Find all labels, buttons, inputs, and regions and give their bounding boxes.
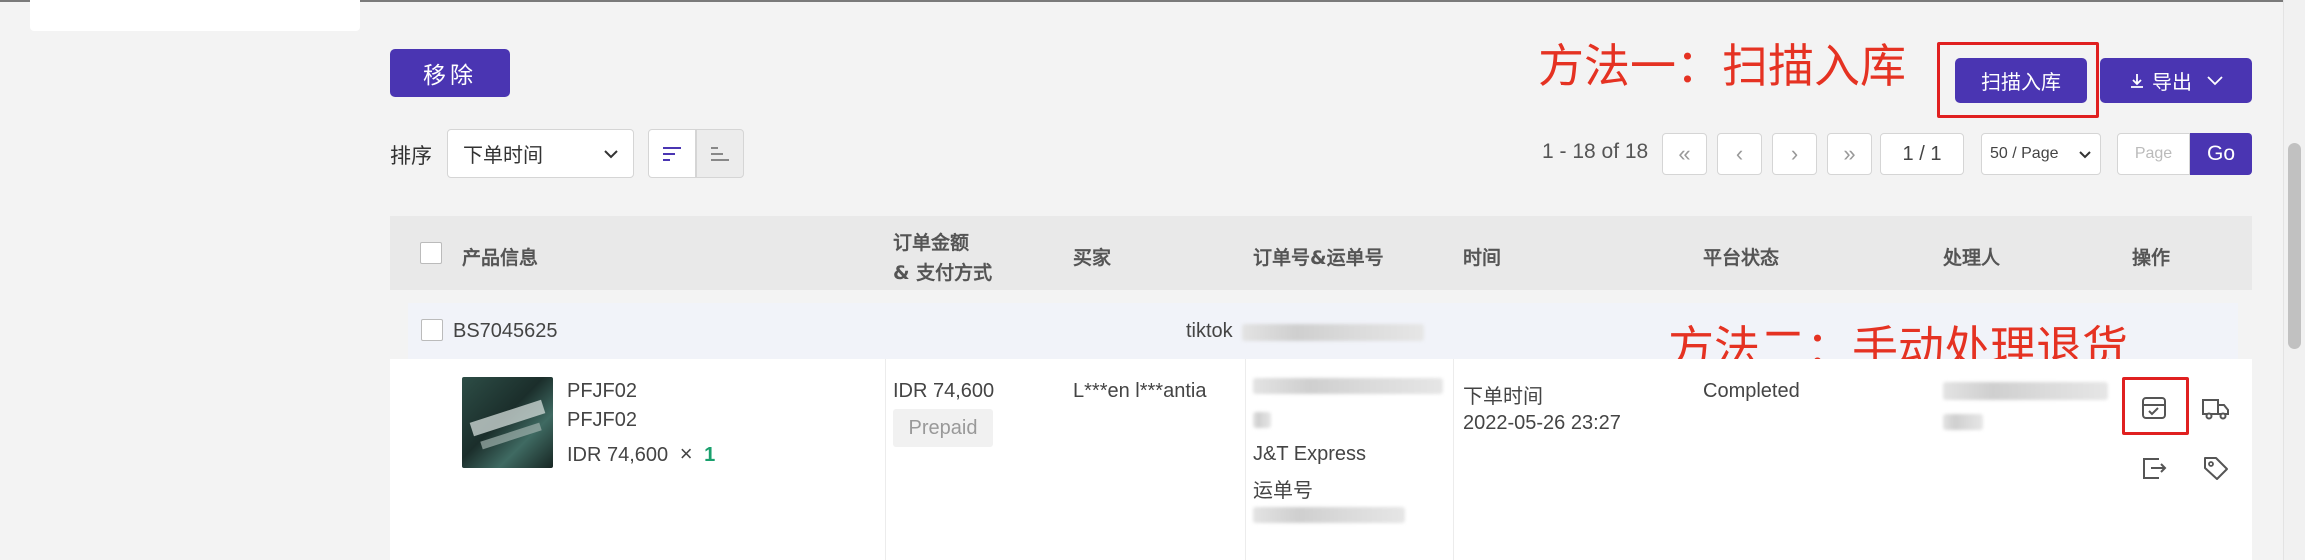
breadcrumb [640, 0, 870, 6]
header-amount-line1: 订单金额 [893, 232, 970, 254]
buyer-name: L***en l***antia [1073, 380, 1207, 402]
chevron-down-icon [603, 149, 619, 159]
payment-badge: Prepaid [893, 409, 993, 447]
header-product-info: 产品信息 [462, 247, 539, 269]
pagination-summary: 1 - 18 of 18 [1542, 140, 1649, 163]
prev-page-button[interactable]: ‹ [1717, 133, 1762, 175]
first-page-button[interactable]: « [1662, 133, 1707, 175]
page-jump-input[interactable]: Page [2117, 133, 2190, 175]
redacted-order-number [1253, 378, 1443, 394]
product-quantity: 1 [704, 444, 716, 466]
process-return-icon[interactable] [2134, 390, 2174, 426]
header-actions: 操作 [2132, 247, 2171, 269]
header-order-tracking: 订单号&运单号 [1253, 247, 1384, 269]
redacted-store [1242, 324, 1424, 341]
scan-in-button[interactable]: 扫描入库 [1955, 58, 2087, 103]
remove-button[interactable]: 移除 [390, 49, 510, 97]
order-amount: IDR 74,600 [893, 380, 995, 402]
product-price: IDR 74,600 [567, 444, 669, 466]
download-icon [2128, 72, 2146, 90]
header-buyer: 买家 [1073, 247, 1112, 269]
order-time: 2022-05-26 23:27 [1463, 412, 1621, 434]
last-page-button[interactable]: » [1827, 133, 1872, 175]
platform-name: tiktok [1186, 320, 1233, 342]
carrier-name: J&T Express [1253, 443, 1366, 465]
column-divider [885, 359, 886, 560]
sidebar-panel [30, 0, 360, 31]
times-sign: × [679, 441, 693, 466]
chevron-down-icon [2078, 150, 2092, 159]
chevron-down-icon [2206, 75, 2224, 87]
column-divider [1245, 359, 1246, 560]
next-page-button[interactable]: › [1772, 133, 1817, 175]
export-button[interactable]: 导出 [2100, 58, 2252, 103]
order-checkbox[interactable] [421, 319, 443, 341]
page-size-select[interactable]: 50 / Page [1981, 133, 2101, 175]
sort-ascending-button[interactable] [696, 129, 744, 178]
page-indicator: 1 / 1 [1880, 133, 1964, 175]
export-label: 导出 [2152, 70, 2192, 94]
sort-select[interactable]: 下单时间 [447, 129, 634, 178]
header-handler: 处理人 [1943, 247, 2001, 269]
export-order-icon[interactable] [2134, 450, 2174, 486]
time-label: 下单时间 [1463, 384, 1543, 408]
sort-descending-icon [661, 145, 683, 163]
page-size-value: 50 / Page [1990, 145, 2059, 162]
delivery-truck-icon[interactable] [2196, 390, 2236, 426]
annotation-method-one: 方法一：扫描入库 [1538, 39, 1906, 93]
header-time: 时间 [1463, 247, 1502, 269]
redacted-handler [1943, 382, 2108, 400]
redacted-handler-line2 [1943, 414, 1983, 430]
tag-icon[interactable] [2196, 450, 2236, 486]
product-sku: PFJF02 [567, 380, 638, 402]
scrollbar-thumb[interactable] [2288, 143, 2301, 349]
column-divider [1453, 359, 1454, 560]
header-platform-status: 平台状态 [1703, 247, 1780, 269]
product-name: PFJF02 [567, 409, 638, 431]
go-button[interactable]: Go [2190, 133, 2252, 175]
redacted-tracking-number [1253, 507, 1405, 523]
sort-select-value: 下单时间 [463, 143, 543, 167]
product-price-qty: IDR 74,600 × 1 [567, 441, 715, 467]
order-id: BS7045625 [453, 320, 558, 342]
sort-descending-button[interactable] [648, 129, 696, 178]
select-all-checkbox[interactable] [420, 242, 442, 264]
platform-status: Completed [1703, 380, 1800, 402]
header-amount-line2: & 支付方式 [893, 262, 993, 284]
product-thumbnail[interactable] [462, 377, 553, 468]
sort-label: 排序 [390, 144, 432, 168]
sort-ascending-icon [709, 145, 731, 163]
tracking-label: 运单号 [1253, 478, 1313, 502]
redacted-order-number-suffix [1253, 412, 1271, 428]
